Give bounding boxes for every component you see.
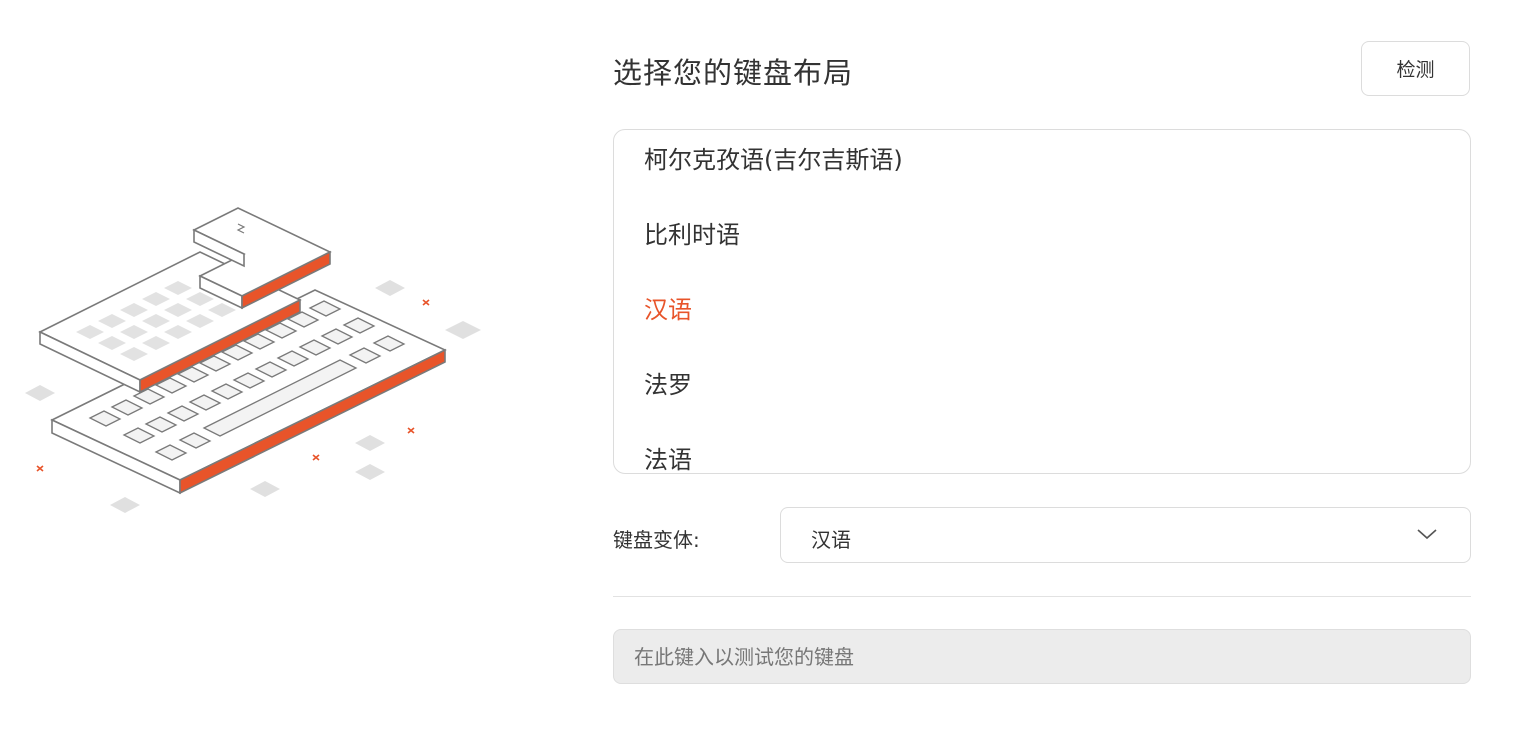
layout-list-item[interactable]: 法罗: [644, 365, 692, 400]
layout-list[interactable]: 柯尔克孜语(吉尔吉斯语) 比利时语 汉语 法罗 法语: [613, 129, 1471, 474]
variant-value: 汉语: [811, 528, 851, 552]
variant-select[interactable]: 汉语: [780, 507, 1471, 563]
layout-list-item-selected[interactable]: 汉语: [644, 290, 692, 325]
variant-label: 键盘变体:: [613, 528, 700, 552]
chevron-down-icon: [1417, 529, 1437, 540]
keyboard-test-input[interactable]: [613, 629, 1471, 684]
divider: [613, 596, 1471, 597]
detect-button[interactable]: 检测: [1361, 41, 1470, 96]
layout-list-item[interactable]: 比利时语: [644, 215, 740, 250]
keyboard-illustration: [25, 207, 481, 513]
keyboard-layout-page: 选择您的键盘布局 检测 柯尔克孜语(吉尔吉斯语) 比利时语 汉语 法罗 法语 键…: [0, 0, 1534, 730]
layout-list-item[interactable]: 柯尔克孜语(吉尔吉斯语): [644, 140, 903, 175]
page-title: 选择您的键盘布局: [613, 56, 854, 90]
layout-list-item[interactable]: 法语: [644, 440, 692, 473]
